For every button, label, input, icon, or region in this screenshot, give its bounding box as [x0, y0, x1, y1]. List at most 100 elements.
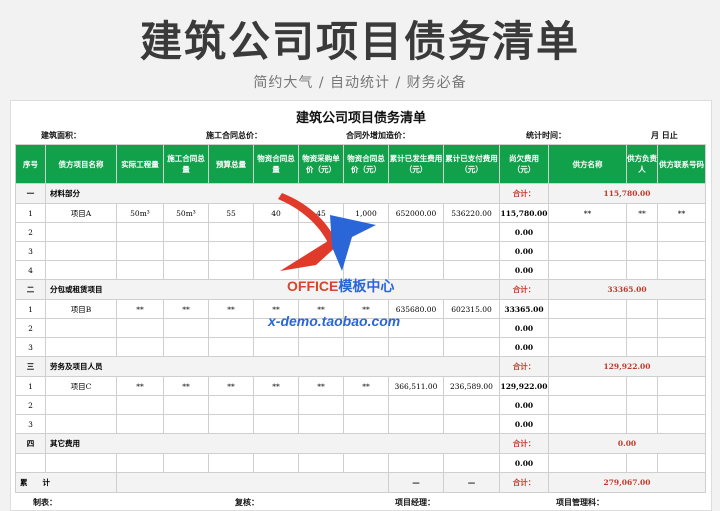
table-cell [443, 222, 500, 242]
table-cell [657, 414, 706, 434]
table-cell [388, 260, 444, 280]
table-cell [116, 241, 164, 261]
table-cell [343, 395, 389, 415]
table-cell [208, 241, 254, 261]
table-cell [253, 222, 299, 242]
table-cell [626, 299, 658, 319]
table-cell [626, 414, 658, 434]
table-cell: 累 计 [15, 472, 117, 493]
table-row: 0.00 [15, 453, 706, 473]
table-cell: 2 [15, 318, 46, 338]
column-header: 序号 [15, 144, 46, 184]
table-cell: — [388, 472, 444, 493]
group-row: 三劳务及项目人员 合计： 129,922.00 [15, 356, 706, 377]
table-cell [45, 453, 117, 473]
table-cell [45, 241, 117, 261]
table-cell: 0.00 [499, 260, 549, 280]
table-cell: 材料部分 [45, 183, 500, 204]
table-cell [626, 395, 658, 415]
table-cell [15, 453, 46, 473]
meta-stat-time: 统计时间： [526, 130, 566, 140]
table-cell: 合计： [499, 472, 549, 493]
table-cell: 33365.00 [499, 299, 549, 319]
table-cell [45, 395, 117, 415]
table-cell: 一 [15, 183, 46, 204]
table-cell: 115,780.00 [499, 203, 549, 223]
footer-admin: 项目管理科： [556, 497, 604, 507]
table-cell: 0.00 [548, 433, 706, 454]
table-cell: 129,922.00 [548, 356, 706, 377]
table-cell: 40 [253, 203, 299, 223]
table-cell [548, 414, 627, 434]
table-cell [548, 376, 627, 396]
table-cell [253, 241, 299, 261]
table-cell [116, 318, 164, 338]
table-cell [548, 222, 627, 242]
table-cell: 分包或租赁项目 [45, 279, 500, 300]
table-cell [298, 337, 344, 357]
watermark-brand-a: OFFICE [287, 278, 339, 294]
table-cell: 3 [15, 241, 46, 261]
table-cell [116, 337, 164, 357]
watermark-url: x-demo.taobao.com [268, 313, 401, 329]
table-cell [343, 222, 389, 242]
banner-subtitle: 简约大气 / 自动统计 / 财务必备 [253, 75, 467, 91]
table-cell: 三 [15, 356, 46, 377]
table-cell: ** [657, 203, 706, 223]
table-cell [116, 222, 164, 242]
table-cell: 1 [15, 376, 46, 396]
watermark-brand-b: 模板中心 [338, 278, 395, 294]
table-cell [298, 414, 344, 434]
table-cell [298, 453, 344, 473]
table-cell [548, 299, 627, 319]
column-header: 供方负责人 [626, 144, 658, 184]
table-cell: 536220.00 [443, 203, 500, 223]
table-cell: 652000.00 [388, 203, 444, 223]
watermark-brand: OFFICE模板中心 [287, 276, 394, 296]
table-cell: 合计： [499, 279, 549, 300]
table-cell [116, 260, 164, 280]
table-cell: 115,780.00 [548, 183, 706, 204]
table-cell: 366,511.00 [388, 376, 444, 396]
table-cell: 其它费用 [45, 433, 500, 454]
column-header: 物资采购单价（元） [298, 144, 344, 184]
table-cell [548, 453, 627, 473]
table-cell [163, 337, 209, 357]
group-row: 一材料部分 合计： 115,780.00 [15, 183, 706, 204]
table-row: 2 0.00 [15, 222, 706, 242]
column-header: 尚欠费用（元） [499, 144, 549, 184]
table-cell [163, 260, 209, 280]
table-cell: 279,067.00 [548, 472, 706, 493]
table-cell [388, 222, 444, 242]
table-cell [548, 260, 627, 280]
meta-area: 建筑面积： [41, 130, 81, 140]
table-row: 3 0.00 [15, 414, 706, 434]
table-row: 3 0.00 [15, 241, 706, 261]
table-cell [626, 222, 658, 242]
table-cell [657, 299, 706, 319]
table-row: 3 0.00 [15, 337, 706, 357]
column-header: 物资合同总价（元） [343, 144, 389, 184]
table-cell [548, 337, 627, 357]
table-cell [657, 395, 706, 415]
table-cell: 3 [15, 414, 46, 434]
table-cell: 合计： [499, 433, 549, 454]
table-cell [443, 241, 500, 261]
table-cell: 0.00 [499, 222, 549, 242]
table-cell [388, 414, 444, 434]
table-cell [208, 414, 254, 434]
table-cell: ** [208, 376, 254, 396]
table-cell: 0.00 [499, 318, 549, 338]
table-cell [626, 318, 658, 338]
table-cell [388, 241, 444, 261]
table-cell [163, 453, 209, 473]
table-cell [443, 260, 500, 280]
meta-contract-price: 施工合同总价： [206, 130, 262, 140]
table-cell [388, 395, 444, 415]
table-cell [45, 222, 117, 242]
table-cell: 0.00 [499, 395, 549, 415]
table-cell [443, 337, 500, 357]
table-cell [208, 337, 254, 357]
table-cell [208, 318, 254, 338]
column-header: 预算总量 [208, 144, 254, 184]
